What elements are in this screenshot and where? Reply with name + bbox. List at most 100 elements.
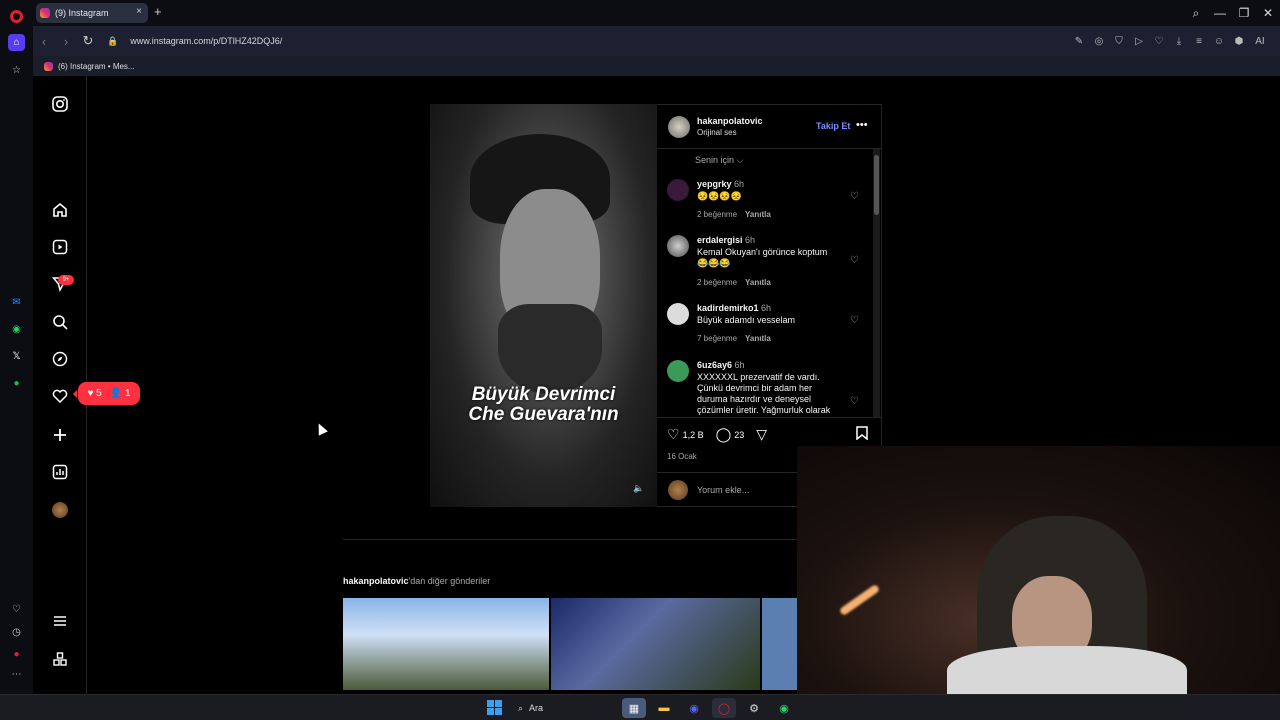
more-post-thumbnail[interactable]: [551, 598, 760, 690]
more-posts-user[interactable]: hakanpolatovic: [343, 576, 409, 586]
close-window-button[interactable]: ✕: [1256, 6, 1280, 20]
notifications-heart-icon[interactable]: [50, 386, 70, 406]
instagram-favicon-icon: [40, 8, 50, 18]
url-field[interactable]: www.instagram.com/p/DTlHZ42DQJ6/: [130, 36, 282, 46]
comment-like-icon[interactable]: ♡: [850, 191, 859, 202]
video-caption-line2: Che Guevara'nın: [468, 404, 619, 425]
likes-count: ♥ 5: [87, 388, 102, 399]
browser-tab-instagram[interactable]: (9) Instagram ×: [36, 3, 148, 23]
messenger-icon[interactable]: ✉: [8, 294, 25, 311]
spotify-icon[interactable]: ●: [8, 375, 25, 392]
ai-extension-button[interactable]: AI: [1250, 36, 1270, 47]
back-icon[interactable]: ‹: [33, 34, 55, 49]
bookmark-instagram-messages[interactable]: (6) Instagram • Mes...: [58, 62, 135, 71]
author-username[interactable]: hakanpolatovic: [697, 116, 763, 126]
maximize-button[interactable]: ❐: [1232, 6, 1256, 20]
play-icon[interactable]: ▷: [1130, 36, 1148, 47]
share-icon[interactable]: ▽: [756, 426, 767, 443]
taskbar: ⌕ Ara ▦ ▬ ◉ ◯ ⚙ ◉: [0, 694, 1280, 720]
commenter-avatar[interactable]: [667, 179, 689, 201]
opera-taskbar-icon[interactable]: ◯: [712, 698, 736, 718]
commenter-avatar[interactable]: [667, 235, 689, 257]
opera-sidebar: ⌂ ☆ ✉ ◉ 𝕏 ● ♡ ◷ ● ⋯: [0, 10, 33, 694]
pinboard-icon[interactable]: ☆: [8, 62, 25, 79]
mute-icon[interactable]: 🔈: [633, 483, 645, 495]
file-explorer-icon[interactable]: ▬: [652, 698, 676, 718]
comment-like-icon[interactable]: ♡: [850, 396, 859, 407]
like-icon[interactable]: ♡: [667, 426, 680, 443]
commenter-username[interactable]: kadirdemirko1 6h: [697, 303, 771, 313]
webcam-overlay: [797, 446, 1280, 694]
comment-icon[interactable]: ◯: [716, 426, 732, 443]
audio-label[interactable]: Orijinal ses: [697, 128, 737, 137]
minimize-button[interactable]: —: [1208, 6, 1232, 20]
taskbar-search[interactable]: ⌕ Ara: [512, 698, 612, 718]
more-icon[interactable]: ⋯: [8, 666, 25, 683]
like-count: 1,2 B: [682, 429, 704, 440]
hamburger-menu-icon[interactable]: [50, 611, 70, 631]
profile-avatar[interactable]: [50, 500, 70, 520]
comment-like-icon[interactable]: ♡: [850, 255, 859, 266]
comment-sort-dropdown[interactable]: Senin için ⌵: [695, 155, 743, 166]
activity-popup[interactable]: ♥ 5 👤 1: [73, 382, 140, 405]
new-tab-button[interactable]: +: [154, 5, 162, 19]
reload-icon[interactable]: ↻: [77, 33, 99, 49]
tab-close-icon[interactable]: ×: [136, 6, 142, 17]
instagram-logo-icon[interactable]: [50, 94, 70, 114]
profile-icon[interactable]: ☺: [1210, 36, 1228, 47]
favorites-icon[interactable]: ♡: [8, 601, 25, 618]
also-from-meta-icon[interactable]: [50, 649, 70, 669]
opera-icon[interactable]: ●: [8, 646, 25, 663]
home-icon[interactable]: [50, 200, 70, 220]
comment-meta: 2 beğenme Yanıtla: [697, 278, 771, 287]
create-icon[interactable]: [50, 425, 70, 445]
comment-like-icon[interactable]: ♡: [850, 315, 859, 326]
more-post-thumbnail[interactable]: [762, 598, 797, 690]
reels-icon[interactable]: [50, 237, 70, 257]
opera-logo[interactable]: [8, 8, 25, 25]
page-scrollbar[interactable]: [1271, 76, 1280, 446]
search-tabs-icon[interactable]: ⌕: [1184, 6, 1208, 21]
download-icon[interactable]: ⤓: [1170, 36, 1188, 47]
comments-scrollbar[interactable]: [873, 149, 880, 417]
follows-count: 👤 1: [109, 388, 131, 399]
x-twitter-icon[interactable]: 𝕏: [8, 348, 25, 365]
author-avatar[interactable]: [668, 116, 690, 138]
bookmark-icon[interactable]: [856, 426, 868, 443]
reply-link[interactable]: Yanıtla: [745, 278, 771, 287]
discord-icon[interactable]: ◉: [682, 698, 706, 718]
comment-input[interactable]: Yorum ekle...: [697, 485, 749, 495]
edit-icon[interactable]: ✎: [1070, 36, 1088, 47]
heart-icon[interactable]: ♡: [1150, 36, 1168, 47]
reply-link[interactable]: Yanıtla: [745, 334, 771, 343]
reply-link[interactable]: Yanıtla: [745, 210, 771, 219]
follow-button[interactable]: Takip Et: [816, 121, 850, 131]
post-video[interactable]: Büyük Devrimci Che Guevara'nın 🔈: [430, 104, 657, 507]
commenter-username[interactable]: 6uz6ay6 6h: [697, 360, 745, 370]
windows-start-icon[interactable]: [487, 700, 502, 715]
lock-icon[interactable]: 🔒: [107, 36, 118, 47]
extensions-bar: ✎ ◎ ⛉ ▷ ♡ ⤓ ≡ ☺ ⬢ AI: [1070, 26, 1270, 56]
more-post-thumbnail[interactable]: [343, 598, 549, 690]
commenter-avatar[interactable]: [667, 303, 689, 325]
history-icon[interactable]: ◷: [8, 624, 25, 641]
camera-icon[interactable]: ◎: [1090, 36, 1108, 47]
menu-icon[interactable]: ≡: [1190, 36, 1208, 47]
shield-icon[interactable]: ⛉: [1110, 36, 1128, 47]
whatsapp-taskbar-icon[interactable]: ◉: [772, 698, 796, 718]
comment-text: 😣😣😣😣: [697, 191, 742, 201]
explore-icon[interactable]: [50, 349, 70, 369]
commenter-username[interactable]: yepgrky 6h: [697, 179, 744, 189]
more-options-icon[interactable]: •••: [856, 119, 868, 131]
forward-icon[interactable]: ›: [55, 34, 77, 49]
whatsapp-icon[interactable]: ◉: [8, 321, 25, 338]
dashboard-icon[interactable]: [50, 462, 70, 482]
steam-icon[interactable]: ⚙: [742, 698, 766, 718]
commenter-username[interactable]: erdalergisi 6h: [697, 235, 755, 245]
bookmark-bar: (6) Instagram • Mes...: [33, 56, 1280, 76]
commenter-avatar[interactable]: [667, 360, 689, 382]
workspace-home-icon[interactable]: ⌂: [8, 34, 25, 51]
search-icon[interactable]: [50, 312, 70, 332]
widgets-icon[interactable]: ▦: [622, 698, 646, 718]
extension-icon[interactable]: ⬢: [1230, 36, 1248, 47]
